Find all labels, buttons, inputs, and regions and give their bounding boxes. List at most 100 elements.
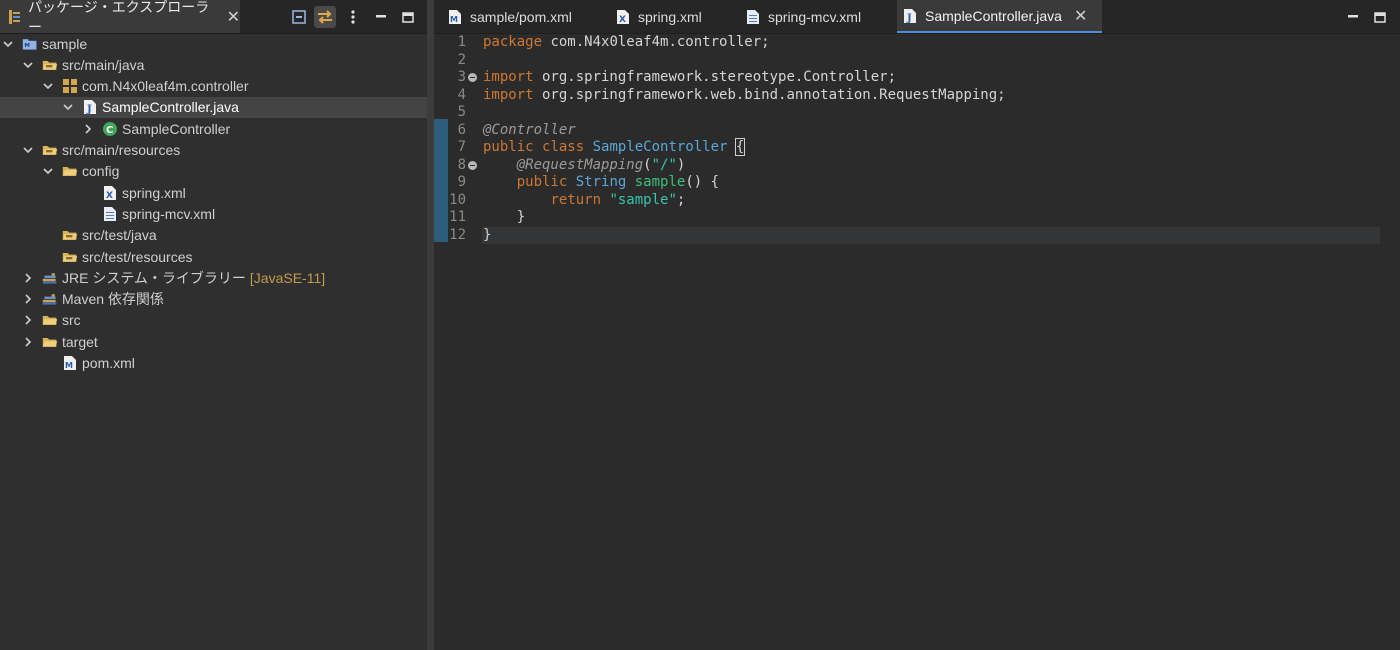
- code-text: import org.springframework.stereotype.Co…: [483, 69, 897, 85]
- line-number: 1: [457, 34, 466, 50]
- chevron-right-icon[interactable]: [20, 334, 36, 350]
- tree-item[interactable]: Maven 依存関係: [0, 289, 427, 310]
- code-editor[interactable]: 1 package com.N4x0leaf4m.controller; 2 3 imp…: [434, 33, 1400, 650]
- code-line: 1 package com.N4x0leaf4m.controller;: [434, 34, 1400, 52]
- tree-item-label: Maven 依存関係: [62, 291, 164, 308]
- maven-file-icon: M: [62, 355, 78, 371]
- tree-item-label: com.N4x0leaf4m.controller: [82, 78, 249, 95]
- code-text: @Controller: [483, 121, 576, 138]
- tree-item-label: src: [62, 312, 81, 329]
- editor-area: Msample/pom.xml Xspring.xml spring-mcv.xml…: [434, 0, 1400, 650]
- maximize-icon[interactable]: [397, 6, 419, 28]
- package-explorer-header: パッケージ・エクスプローラー ✕: [0, 0, 427, 35]
- tree-item[interactable]: src: [0, 310, 427, 331]
- chevron-right-icon[interactable]: [20, 312, 36, 328]
- text-file-icon: [102, 206, 118, 222]
- tree-item[interactable]: config: [0, 161, 427, 182]
- link-with-editor-icon[interactable]: [314, 6, 336, 28]
- chevron-down-icon[interactable]: [20, 142, 36, 158]
- tree-item-label: src/test/java: [82, 227, 157, 244]
- editor-maximize-icon[interactable]: [1369, 6, 1391, 28]
- svg-text:M: M: [65, 361, 73, 370]
- minimize-icon[interactable]: [370, 6, 392, 28]
- editor-tab[interactable]: spring-mcv.xml: [740, 0, 890, 33]
- code-text: }: [483, 209, 526, 225]
- editor-tab-label: sample/pom.xml: [470, 8, 572, 25]
- tree-item[interactable]: com.N4x0leaf4m.controller: [0, 76, 427, 97]
- collapse-all-icon[interactable]: [288, 6, 310, 28]
- line-number: 3: [457, 69, 466, 85]
- chevron-right-icon[interactable]: [20, 270, 36, 286]
- tree-item[interactable]: J SampleController.java: [0, 96, 427, 118]
- code-line: 2: [434, 52, 1400, 70]
- chevron-down-icon[interactable]: [20, 57, 36, 73]
- tree-item-label: spring.xml: [122, 184, 186, 201]
- line-number: 7: [457, 139, 466, 155]
- tree-item-label: SampleController: [122, 120, 231, 137]
- tree-item[interactable]: src/main/java: [0, 54, 427, 75]
- tree-item-label: src/main/java: [62, 56, 145, 73]
- chevron-down-icon[interactable]: [40, 78, 56, 94]
- current-line-highlight: [482, 226, 1380, 244]
- library-icon: [42, 291, 58, 307]
- code-text: @RequestMapping("/"): [516, 156, 686, 173]
- editor-minimize-icon[interactable]: [1342, 6, 1364, 28]
- view-splitter[interactable]: [427, 0, 434, 650]
- editor-tab-label: SampleController.java: [925, 7, 1062, 24]
- line-number: 4: [457, 86, 466, 103]
- code-line: 6 @Controller: [434, 122, 1400, 140]
- xml-file-icon: X: [616, 9, 630, 25]
- svg-text:X: X: [106, 191, 113, 201]
- close-icon[interactable]: ✕: [227, 7, 240, 27]
- code-line: 3 import org.springframework.stereotype.C…: [434, 69, 1400, 87]
- folder-icon: [62, 163, 78, 179]
- package-explorer-icon: [8, 9, 22, 25]
- tree-item[interactable]: Xspring.xml: [0, 182, 427, 203]
- tree-item[interactable]: C SampleController: [0, 118, 427, 139]
- view-menu-icon[interactable]: [342, 6, 364, 28]
- chevron-down-icon[interactable]: [60, 99, 76, 115]
- editor-tab[interactable]: Xspring.xml: [610, 0, 732, 33]
- line-number: 9: [457, 174, 466, 190]
- chevron-down-icon[interactable]: [40, 163, 56, 179]
- tree-item[interactable]: target: [0, 331, 427, 352]
- editor-tab[interactable]: J SampleController.java ✕: [897, 0, 1102, 33]
- tree-item-label: JRE システム・ライブラリー [JavaSE-11]: [62, 269, 326, 286]
- code-line: 8 @RequestMapping("/"): [434, 157, 1400, 175]
- tree-item[interactable]: JRE システム・ライブラリー [JavaSE-11]: [0, 267, 427, 288]
- tree-item-label: SampleController.java: [102, 99, 239, 116]
- package-explorer-tab[interactable]: パッケージ・エクスプローラー ✕: [0, 0, 240, 35]
- package-explorer-view: パッケージ・エクスプローラー ✕ Msample src/main/java com…: [0, 0, 427, 650]
- svg-text:M: M: [450, 15, 458, 24]
- line-number: 2: [457, 51, 466, 68]
- editor-tab-bar: Msample/pom.xml Xspring.xml spring-mcv.xml…: [434, 0, 1400, 34]
- tree-item[interactable]: Mpom.xml: [0, 353, 427, 374]
- close-icon[interactable]: ✕: [1074, 6, 1087, 26]
- tree-item[interactable]: Msample: [0, 33, 427, 54]
- svg-text:J: J: [86, 104, 92, 115]
- tree-item-label: src/test/resources: [82, 248, 193, 265]
- svg-text:J: J: [906, 13, 912, 24]
- code-text: return "sample";: [550, 191, 686, 208]
- fold-toggle-icon[interactable]: [468, 160, 477, 170]
- code-line: 12}: [434, 226, 1400, 244]
- line-number: 12: [449, 226, 466, 243]
- chevron-down-icon[interactable]: [0, 36, 16, 52]
- tree-item[interactable]: src/test/java: [0, 225, 427, 246]
- editor-tab-label: spring.xml: [638, 8, 702, 25]
- package-icon: [62, 78, 78, 94]
- code-text: }: [483, 226, 492, 243]
- fold-toggle-icon[interactable]: [468, 73, 477, 82]
- editor-tab[interactable]: Msample/pom.xml: [442, 0, 602, 33]
- class-icon: C: [102, 121, 118, 137]
- code-text: public class SampleController {: [483, 138, 746, 156]
- code-line: 9 public String sample() {: [434, 174, 1400, 192]
- tree-item[interactable]: src/test/resources: [0, 246, 427, 267]
- tree-item[interactable]: src/main/resources: [0, 140, 427, 161]
- tree-item[interactable]: spring-mcv.xml: [0, 203, 427, 224]
- chevron-right-icon[interactable]: [80, 121, 96, 137]
- project-icon: M: [22, 36, 38, 52]
- source-folder-icon: [42, 142, 58, 158]
- chevron-right-icon[interactable]: [20, 291, 36, 307]
- code-line: 5: [434, 104, 1400, 122]
